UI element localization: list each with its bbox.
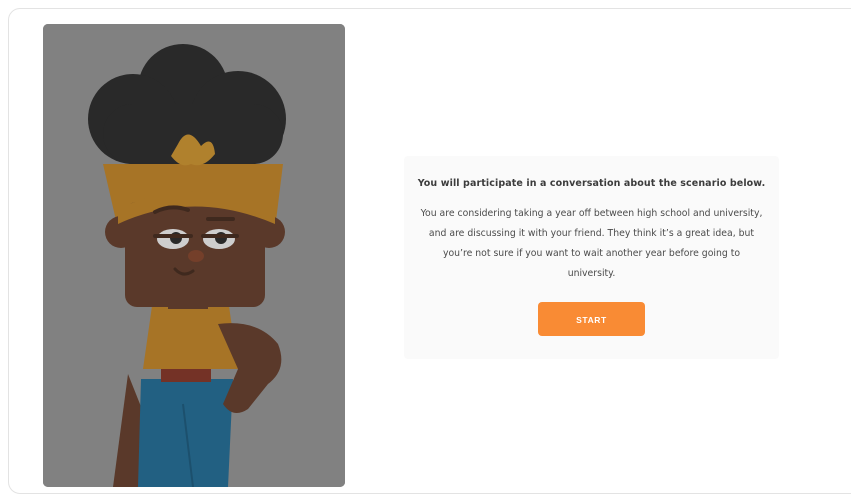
scenario-line: You are considering taking a year off be…: [420, 208, 763, 219]
character-illustration: [43, 24, 345, 487]
start-button[interactable]: START: [538, 302, 645, 336]
character-icon: [43, 24, 345, 487]
scenario-line: you’re not sure if you want to wait anot…: [442, 248, 741, 259]
scenario-line: university.: [567, 268, 616, 279]
scenario-line: and are discussing it with your friend. …: [428, 228, 755, 239]
scenario-card: You will participate in a conversation a…: [404, 156, 779, 359]
scenario-description: You are considering taking a year off be…: [409, 204, 774, 284]
scenario-title: You will participate in a conversation a…: [417, 178, 766, 189]
